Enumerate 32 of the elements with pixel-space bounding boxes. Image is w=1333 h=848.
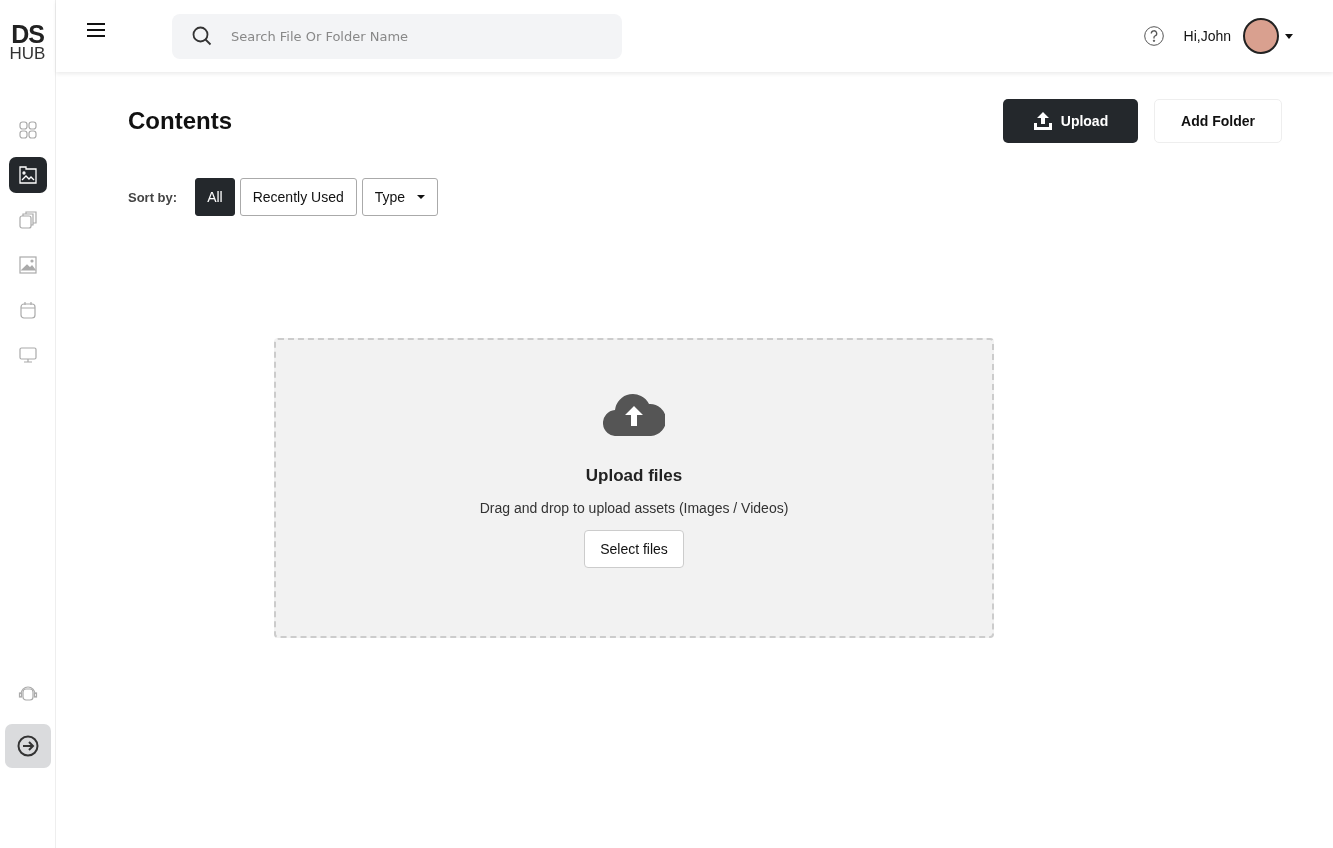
help-icon[interactable] — [1143, 26, 1164, 46]
copies-icon — [18, 211, 37, 229]
monitor-icon — [18, 346, 37, 364]
sidebar-item[interactable] — [8, 157, 47, 193]
image-folder-icon — [18, 166, 37, 184]
upload-button[interactable]: Upload — [1003, 99, 1138, 143]
sort-chip[interactable]: All — [195, 178, 235, 216]
grid-icon — [18, 121, 37, 139]
cloud-upload-icon — [603, 392, 665, 436]
logo: DS HUB — [9, 22, 46, 62]
headset-icon — [17, 684, 38, 704]
dropzone-title: Upload files — [585, 466, 683, 486]
type-dropdown[interactable]: Type — [361, 178, 439, 216]
upload-icon — [1032, 111, 1053, 131]
search-icon — [192, 25, 212, 46]
dropzone-subtitle: Drag and drop to upload assets (Images / Videos) — [479, 500, 789, 516]
sort-chip[interactable]: Recently Used — [239, 178, 357, 216]
image-icon — [18, 256, 37, 274]
avatar[interactable] — [1243, 18, 1279, 54]
calendar-icon — [18, 301, 37, 319]
select-files-button[interactable]: Select files — [584, 530, 684, 568]
add-folder-button[interactable]: Add Folder — [1154, 99, 1282, 143]
caret-icon — [417, 195, 426, 199]
search-field[interactable]: Search File Or Folder Name — [172, 13, 622, 59]
user-greeting: Hi,John — [1183, 28, 1231, 44]
page-title: Contents — [128, 107, 232, 135]
caret-icon[interactable] — [1285, 33, 1293, 39]
sidebar-item[interactable] — [4, 724, 51, 768]
sort-label: Sort by: — [128, 189, 178, 205]
menu-icon[interactable] — [86, 23, 106, 37]
arrow-circle-icon — [16, 735, 39, 757]
dropzone[interactable]: Upload files Drag and drop to upload assets (Images / Videos) Select files — [274, 338, 994, 638]
